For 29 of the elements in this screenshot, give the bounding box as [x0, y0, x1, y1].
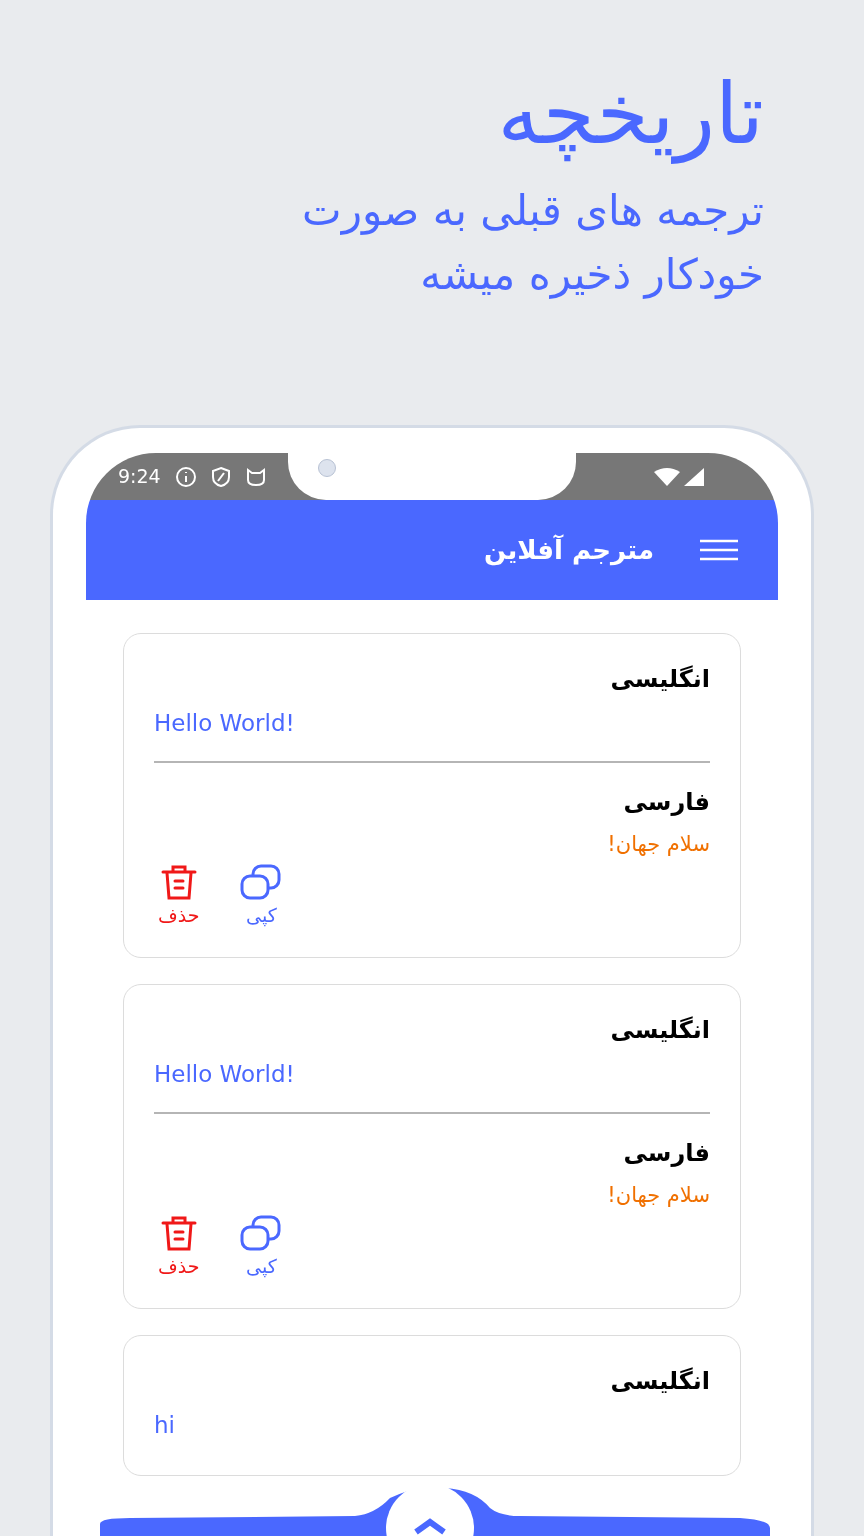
delete-button[interactable]: حذف	[158, 864, 200, 925]
info-icon	[174, 465, 197, 488]
app-title: مترجم آفلاین	[484, 533, 654, 568]
shield-icon	[210, 465, 231, 488]
promo-title: تاریخچه	[497, 64, 764, 166]
bottom-nav-drawing[interactable]	[100, 1488, 770, 1536]
trash-icon	[159, 864, 198, 902]
wifi-icon	[654, 467, 680, 486]
source-text: Hello World!	[154, 709, 296, 738]
delete-button[interactable]: حذف	[158, 1215, 200, 1276]
trash-icon	[159, 1215, 198, 1253]
signal-icon	[684, 467, 704, 486]
copy-icon	[239, 1215, 284, 1253]
source-text: Hello World!	[154, 1060, 296, 1089]
source-language: انگلیسی	[609, 1015, 710, 1045]
menu-icon[interactable]	[700, 539, 738, 561]
target-language: فارسی	[622, 786, 710, 817]
copy-button[interactable]: کپی	[239, 864, 284, 925]
target-language: فارسی	[622, 1137, 710, 1168]
copy-button[interactable]: کپی	[239, 1215, 284, 1276]
clock: 9:24	[118, 464, 161, 490]
source-text: hi	[154, 1411, 176, 1440]
target-text: سلام جهان!	[606, 830, 710, 858]
target-text: سلام جهان!	[606, 1181, 710, 1209]
promo-subtitle: ترجمه های قبلی به صورت خودکار ذخیره میشه	[301, 185, 764, 302]
cat-icon	[244, 466, 267, 487]
source-language: انگلیسی	[609, 1366, 710, 1396]
source-language: انگلیسی	[609, 664, 710, 694]
copy-icon	[239, 864, 284, 902]
